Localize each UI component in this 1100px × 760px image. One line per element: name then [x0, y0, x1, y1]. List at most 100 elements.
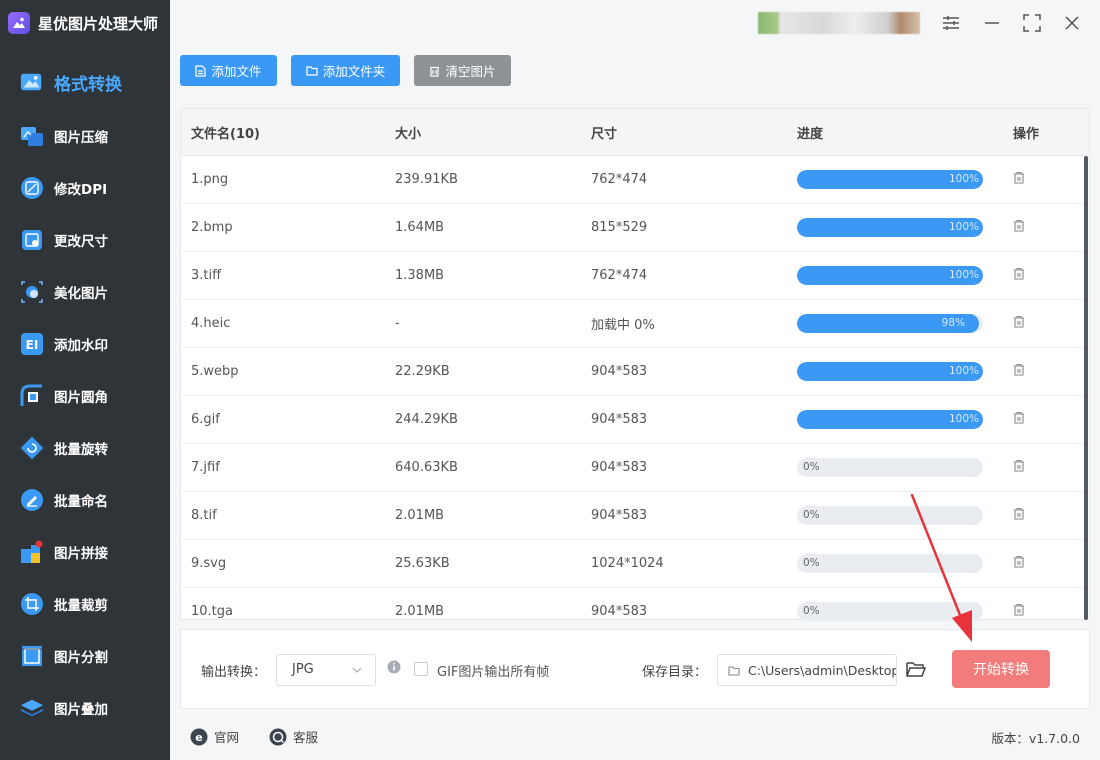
- sidebar-item-0[interactable]: 图片压缩: [0, 110, 170, 162]
- progress-percent: 100%: [948, 413, 979, 425]
- maximize-icon[interactable]: [1020, 11, 1044, 35]
- progress-percent: 0%: [803, 509, 820, 521]
- close-icon[interactable]: [1060, 11, 1084, 35]
- sidebar-item-3[interactable]: 美化图片: [0, 266, 170, 318]
- progress-percent: 100%: [948, 221, 979, 233]
- cell-size: 1.38MB: [395, 268, 445, 283]
- minimize-icon[interactable]: [980, 11, 1004, 35]
- sidebar-item-label: 批量命名: [54, 494, 108, 510]
- chat-bubble-icon: [269, 728, 287, 745]
- app-title: 星优图片处理大师: [38, 14, 159, 33]
- website-link[interactable]: e 官网: [190, 727, 239, 746]
- table-body: 1.png 239.91KB 762*474 100% 2.bmp 1.64MB 815*5…: [181, 156, 1089, 636]
- brand: 星优图片处理大师: [0, 0, 170, 46]
- file-icon: [195, 64, 207, 77]
- save-dir-input[interactable]: C:\Users\admin\Desktop: [717, 654, 897, 686]
- cell-progress: 0%: [797, 458, 1003, 477]
- cell-dimensions: 904*583: [591, 604, 648, 619]
- delete-row-icon[interactable]: [1013, 507, 1025, 524]
- progress-bar: 0%: [797, 602, 983, 621]
- cell-filename: 6.gif: [191, 412, 220, 427]
- sidebar-item-1[interactable]: 修改DPI: [0, 162, 170, 214]
- sidebar: 星优图片处理大师 格式转换 图片压缩修改DPI 更改尺寸美化图片 EI 添加水印 图片圆…: [0, 0, 170, 760]
- progress-bar: 100%: [797, 362, 983, 381]
- cell-progress: 100%: [797, 170, 1003, 189]
- user-avatar[interactable]: [758, 12, 920, 34]
- title-bar: [170, 0, 1100, 46]
- table-scrollbar[interactable]: [1084, 156, 1088, 620]
- info-icon[interactable]: [387, 660, 401, 674]
- cell-actions: [1003, 411, 1073, 428]
- add-folder-button[interactable]: 添加文件夹: [291, 55, 400, 86]
- sidebar-item-9[interactable]: 批量裁剪: [0, 578, 170, 630]
- sidebar-item-format-convert[interactable]: 格式转换: [0, 54, 170, 110]
- delete-row-icon[interactable]: [1013, 603, 1025, 620]
- cell-size: -: [395, 316, 400, 331]
- progress-percent: 98%: [941, 317, 965, 329]
- sidebar-item-label: 图片压缩: [54, 130, 108, 146]
- progress-percent: 100%: [948, 365, 979, 377]
- cell-filename: 7.jfif: [191, 460, 220, 475]
- gif-all-frames-checkbox[interactable]: [414, 662, 428, 676]
- watermark-icon: EI: [20, 332, 44, 356]
- output-settings-panel: 输出转换： JPG GIF图片输出所有帧 保存目录： C:\Users\admi…: [180, 629, 1090, 709]
- delete-row-icon[interactable]: [1013, 219, 1025, 236]
- delete-row-icon[interactable]: [1013, 459, 1025, 476]
- start-convert-button[interactable]: 开始转换: [952, 650, 1050, 688]
- cell-progress: 100%: [797, 218, 1003, 237]
- table-header: 文件名(10) 大小 尺寸 进度 操作: [181, 109, 1089, 156]
- cell-dimensions: 904*583: [591, 412, 648, 427]
- header-filename: 文件名(10): [191, 126, 260, 142]
- sidebar-item-4[interactable]: EI 添加水印: [0, 318, 170, 370]
- cell-actions: [1003, 267, 1073, 284]
- sidebar-item-11[interactable]: 图片叠加: [0, 682, 170, 734]
- table-row: 9.svg 25.63KB 1024*1024 0%: [181, 540, 1089, 588]
- svg-text:e: e: [195, 731, 202, 744]
- cell-progress: 0%: [797, 602, 1003, 621]
- cell-dimensions: 904*583: [591, 508, 648, 523]
- output-format-select[interactable]: JPG: [276, 654, 376, 686]
- table-row: 6.gif 244.29KB 904*583 100%: [181, 396, 1089, 444]
- cell-progress: 0%: [797, 554, 1003, 573]
- dpi-icon: [20, 176, 44, 200]
- version-label: 版本：v1.7.0.0: [991, 731, 1080, 746]
- cell-filename: 8.tif: [191, 508, 217, 523]
- settings-sliders-icon[interactable]: [939, 11, 963, 35]
- cell-filename: 3.tiff: [191, 268, 222, 283]
- sidebar-item-10[interactable]: 图片分割: [0, 630, 170, 682]
- progress-bar: 100%: [797, 218, 983, 237]
- clear-images-button[interactable]: 清空图片: [414, 55, 511, 86]
- cell-dimensions: 1024*1024: [591, 556, 664, 571]
- progress-bar: 0%: [797, 554, 983, 573]
- cell-size: 239.91KB: [395, 172, 458, 187]
- sidebar-item-label: 美化图片: [54, 286, 108, 302]
- cell-actions: [1003, 603, 1073, 620]
- cell-size: 2.01MB: [395, 604, 445, 619]
- output-format-label: 输出转换：: [201, 665, 267, 680]
- sidebar-item-label: 图片叠加: [54, 702, 108, 718]
- delete-row-icon[interactable]: [1013, 363, 1025, 380]
- sidebar-item-8[interactable]: 图片拼接: [0, 526, 170, 578]
- svg-text:EI: EI: [26, 338, 39, 352]
- header-progress: 进度: [797, 126, 824, 142]
- gif-all-frames-label: GIF图片输出所有帧: [437, 665, 550, 680]
- cell-actions: [1003, 363, 1073, 380]
- browse-folder-icon[interactable]: [906, 660, 926, 678]
- header-dimensions: 尺寸: [591, 126, 618, 142]
- progress-bar: 100%: [797, 410, 983, 429]
- resize-icon: [20, 228, 44, 252]
- delete-row-icon[interactable]: [1013, 267, 1025, 284]
- delete-row-icon[interactable]: [1013, 171, 1025, 188]
- chevron-down-icon: [352, 667, 362, 673]
- sidebar-item-2[interactable]: 更改尺寸: [0, 214, 170, 266]
- delete-row-icon[interactable]: [1013, 555, 1025, 572]
- add-file-button[interactable]: 添加文件: [180, 55, 277, 86]
- delete-row-icon[interactable]: [1013, 315, 1025, 332]
- sidebar-item-6[interactable]: 批量旋转: [0, 422, 170, 474]
- sidebar-item-5[interactable]: 图片圆角: [0, 370, 170, 422]
- delete-row-icon[interactable]: [1013, 411, 1025, 428]
- customer-service-link[interactable]: 客服: [269, 727, 318, 746]
- split-icon: [20, 644, 44, 668]
- cell-progress: 100%: [797, 362, 1003, 381]
- sidebar-item-7[interactable]: 批量命名: [0, 474, 170, 526]
